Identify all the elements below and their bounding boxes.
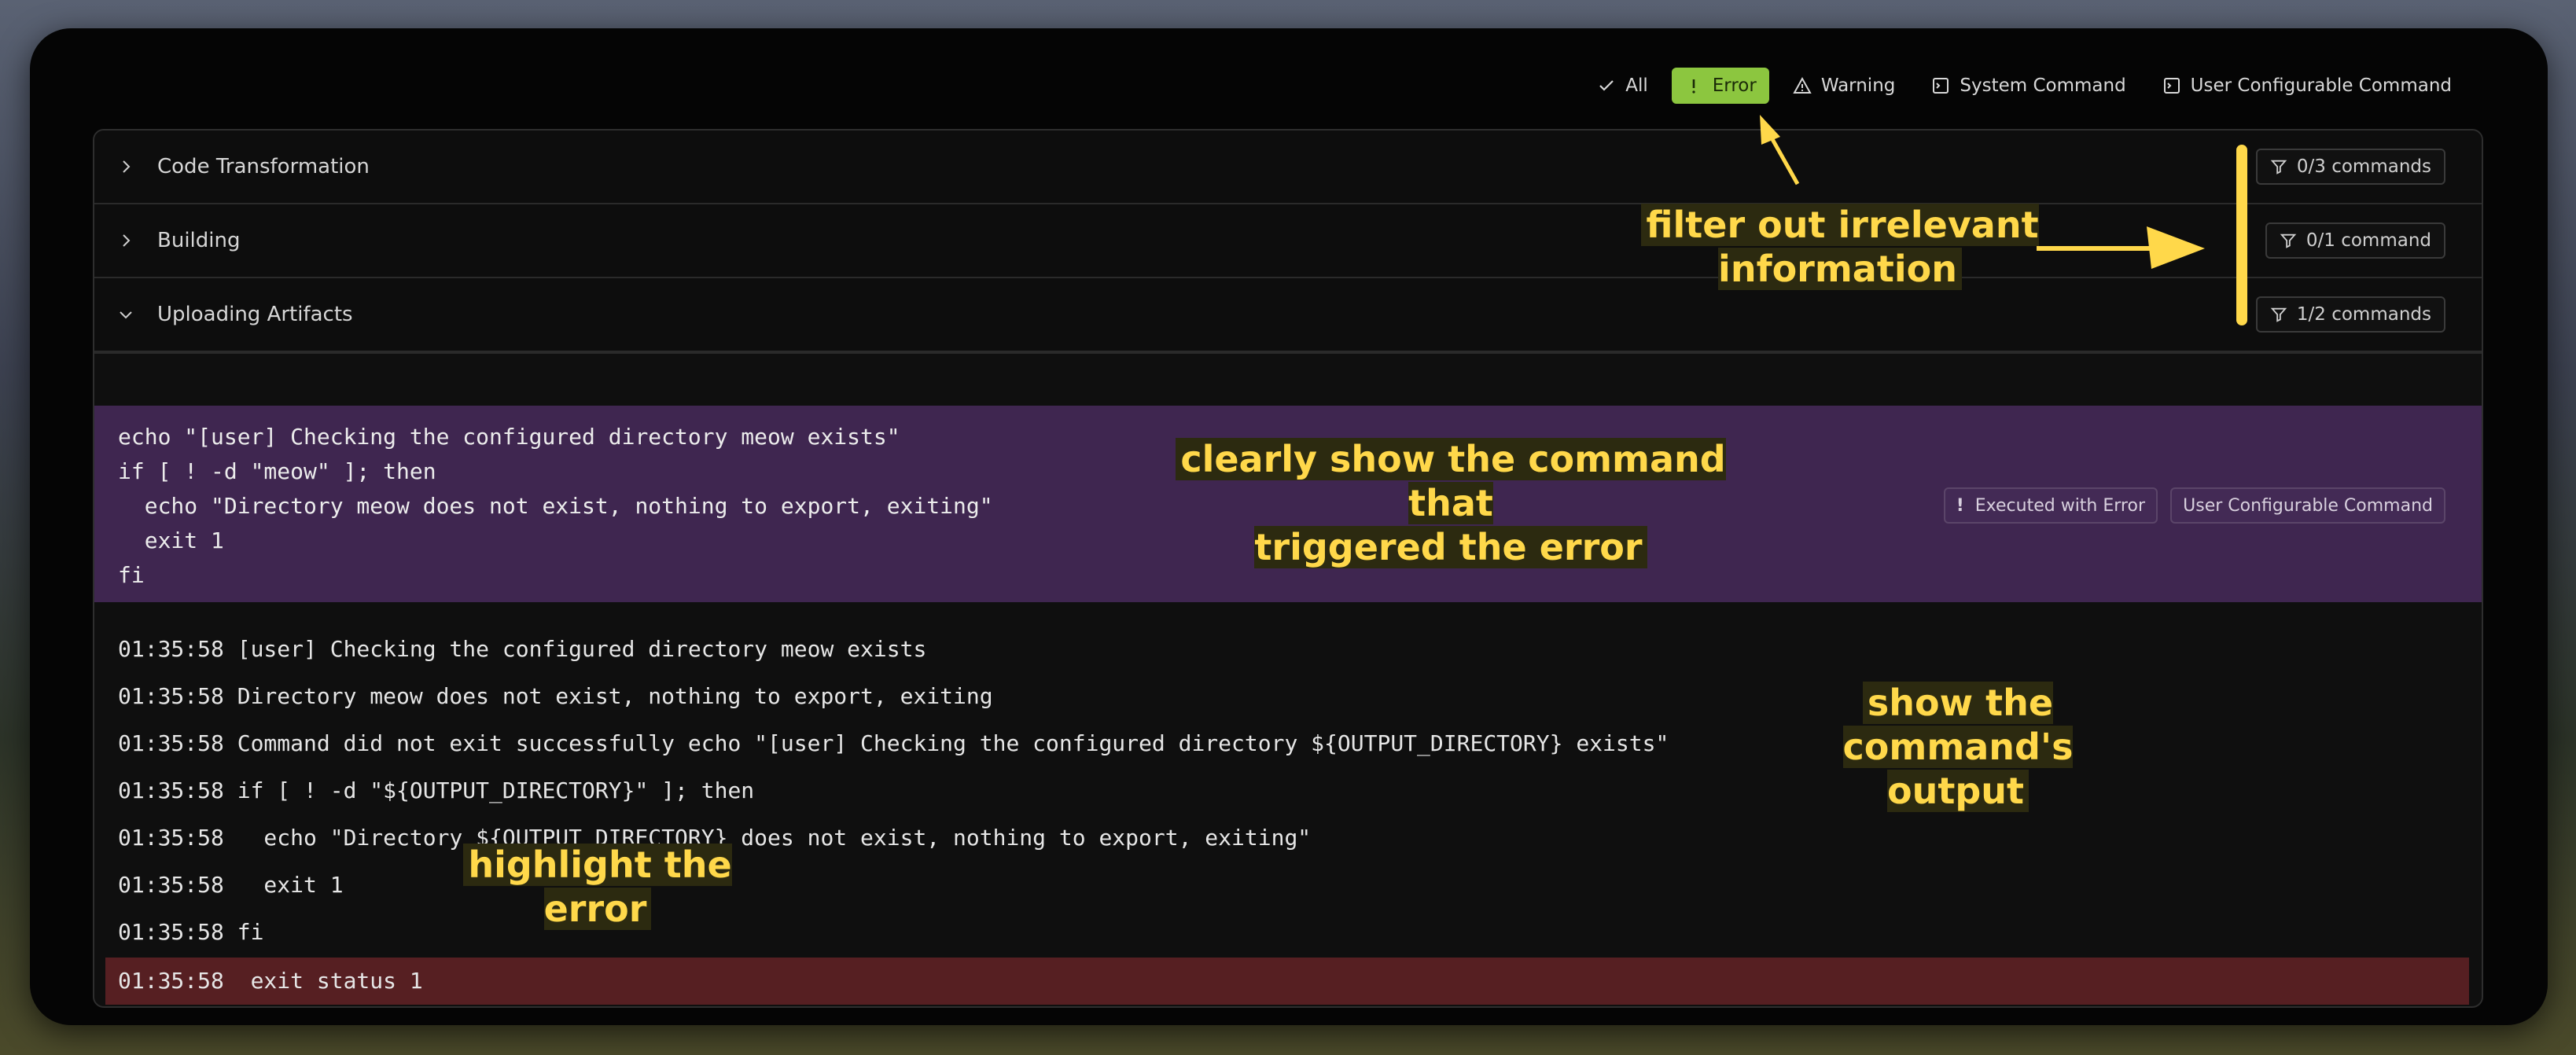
section-title: Code Transformation (157, 155, 370, 178)
command-count: 1/2 commands (2296, 304, 2431, 325)
filter-label: Error (1712, 75, 1757, 96)
output-line: 01:35:58 [user] Checking the configured … (118, 636, 927, 662)
section-code-transformation[interactable]: Code Transformation 0/3 commands (94, 130, 2482, 204)
annotation-highlight-text: highlight the error (463, 844, 732, 930)
filter-label: Warning (1820, 75, 1896, 96)
filter-error[interactable]: Error (1671, 68, 1769, 104)
exclamation-icon: ! (1956, 495, 1964, 516)
type-tag-label: User Configurable Command (2183, 495, 2433, 516)
filter-funnel-icon (2270, 307, 2287, 322)
output-line: 01:35:58 fi (118, 919, 264, 945)
output-line: 01:35:58 if [ ! -d "${OUTPUT_DIRECTORY}"… (118, 777, 755, 803)
filter-user-configurable-command[interactable]: User Configurable Command (2150, 68, 2464, 104)
error-line: 01:35:58 exit status 1 (105, 958, 2469, 1005)
check-icon (1597, 76, 1616, 95)
output-line: 01:35:58 Directory meow does not exist, … (118, 683, 993, 709)
filter-funnel-icon (2280, 233, 2297, 248)
filter-all[interactable]: All (1584, 68, 1661, 104)
output-line: 01:35:58 exit 1 (118, 872, 344, 898)
executed-with-error-tag: ! Executed with Error (1943, 487, 2158, 524)
command-count-badge[interactable]: 0/3 commands (2255, 149, 2445, 185)
filter-label: User Configurable Command (2190, 75, 2452, 96)
annotation-filter-text: filter out irrelevant information (1641, 204, 2039, 290)
chevron-down-icon (120, 311, 132, 319)
filter-warning[interactable]: Warning (1780, 68, 1908, 104)
section-building[interactable]: Building 0/1 command (94, 204, 2482, 278)
filter-label: All (1625, 75, 1648, 96)
command-code: echo "[user] Checking the configured dir… (118, 424, 993, 588)
annotation-highlight: highlight the error (425, 843, 771, 931)
command-count: 0/1 command (2306, 230, 2431, 251)
output-line: 01:35:58 Command did not exit successful… (118, 730, 1669, 756)
command-type-tag: User Configurable Command (2170, 487, 2445, 524)
section-title: Building (157, 229, 241, 252)
command-count-badge[interactable]: 1/2 commands (2255, 296, 2445, 333)
annotation-output-text: show the command's output (1842, 682, 2074, 812)
filter-bar: All Error Warning System Command User Co… (1584, 68, 2464, 104)
annotation-filter: filter out irrelevant information (1636, 203, 2044, 291)
chevron-right-icon (123, 160, 131, 173)
terminal-icon (2162, 76, 2181, 95)
divider (94, 352, 2482, 354)
warning-triangle-icon (1793, 76, 1812, 95)
annotation-command-text: clearly show the command that triggered … (1176, 438, 1726, 568)
error-line-text: 01:35:58 exit status 1 (118, 968, 423, 994)
status-tag-label: Executed with Error (1974, 495, 2145, 516)
filter-system-command[interactable]: System Command (1919, 68, 2138, 104)
filter-funnel-icon (2270, 160, 2287, 175)
annotation-command: clearly show the command that triggered … (1140, 437, 1761, 569)
filter-label: System Command (1960, 75, 2126, 96)
section-uploading-artifacts[interactable]: Uploading Artifacts 1/2 commands (94, 278, 2482, 352)
exclamation-icon (1684, 76, 1703, 95)
command-count: 0/3 commands (2296, 156, 2431, 177)
annotation-output: show the command's output (1816, 681, 2099, 813)
terminal-icon (1931, 76, 1950, 95)
command-count-badge[interactable]: 0/1 command (2265, 222, 2445, 259)
section-title: Uploading Artifacts (157, 303, 353, 326)
chevron-right-icon (123, 234, 131, 247)
